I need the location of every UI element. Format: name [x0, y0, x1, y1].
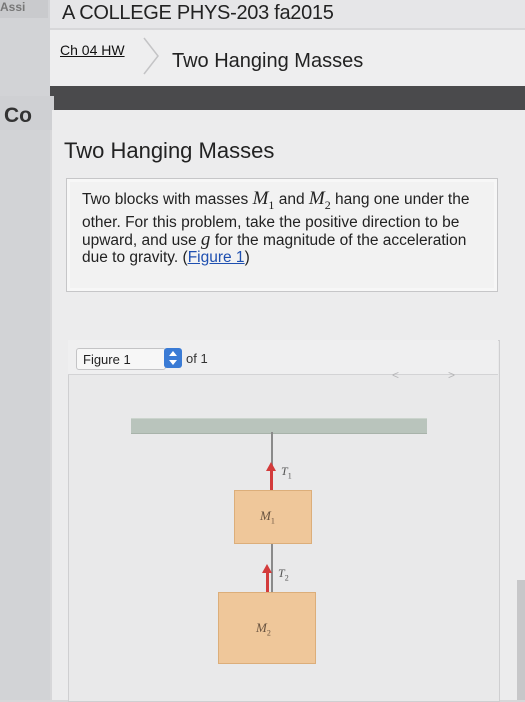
screen-edge — [517, 580, 525, 700]
up-down-arrows-icon — [169, 351, 177, 365]
page-title: Two Hanging Masses — [64, 138, 275, 163]
block-m1-letter: M — [260, 508, 271, 523]
tension-2-letter: T — [278, 566, 285, 580]
tension-1-label: T1 — [281, 464, 292, 480]
mass-2-symbol: M2 — [308, 188, 331, 212]
block-m1-label: M1 — [260, 508, 275, 526]
figure-1-link[interactable]: Figure 1 — [188, 249, 245, 266]
tension-1-subscript: 1 — [287, 471, 292, 481]
block-m2-subscript: 2 — [266, 628, 271, 638]
tension-1-arrow-shaft — [270, 470, 273, 490]
figure-count: of 1 — [186, 351, 208, 366]
course-title: A COLLEGE PHYS-203 fa2015 — [62, 2, 334, 24]
block-m2-letter: M — [256, 620, 267, 635]
figure-select[interactable]: Figure 1 — [76, 348, 166, 370]
tension-2-subscript: 2 — [284, 573, 289, 583]
problem-text-part: Two blocks with masses — [82, 191, 253, 208]
tension-2-label: T2 — [278, 566, 289, 582]
tension-1-letter: T — [281, 464, 288, 478]
problem-text-part: and — [274, 191, 309, 208]
block-m2-label: M2 — [256, 620, 271, 638]
gravity-symbol: g — [200, 228, 211, 250]
breadcrumb-current: Two Hanging Masses — [172, 50, 364, 72]
breadcrumb-chevron-icon — [143, 37, 159, 75]
mass-1-symbol: M1 — [252, 188, 275, 212]
ceiling — [131, 418, 427, 434]
figure-next-button[interactable]: > — [448, 368, 455, 382]
figure-stepper-button[interactable] — [164, 348, 182, 368]
tension-2-arrow-icon — [262, 564, 272, 573]
tension-1-arrow-icon — [266, 462, 276, 471]
mass-1-letter: M — [252, 188, 269, 209]
assignments-tab[interactable]: Assi — [0, 0, 48, 18]
breadcrumb-assignment-link[interactable]: Ch 04 HW — [60, 42, 125, 58]
figure-select-value: Figure 1 — [83, 352, 131, 367]
toolbar-band — [50, 86, 525, 110]
block-m1-subscript: 1 — [270, 516, 275, 526]
figure-prev-button[interactable]: < — [392, 368, 399, 382]
tension-2-arrow-shaft — [266, 572, 269, 592]
problem-statement: Two blocks with masses M1 and M2 hang on… — [82, 188, 482, 266]
paren-close: ) — [244, 248, 250, 266]
side-panel-label: Co — [4, 104, 32, 127]
assignments-tab-label: Assi — [0, 0, 26, 14]
mass-2-letter: M — [308, 188, 325, 209]
